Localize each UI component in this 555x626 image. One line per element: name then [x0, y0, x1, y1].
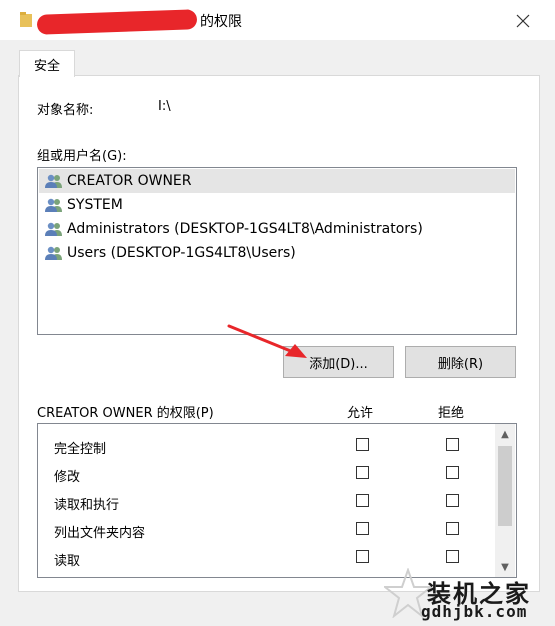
- scrollbar-thumb[interactable]: [498, 446, 512, 526]
- permission-row-list-folder: 列出文件夹内容: [38, 516, 494, 544]
- permission-row-full-control: 完全控制: [38, 432, 494, 460]
- object-name-label: 对象名称:: [37, 103, 94, 118]
- folder-icon: [20, 12, 32, 27]
- object-name-value: I:\: [158, 99, 171, 114]
- add-button[interactable]: 添加(D)...: [283, 346, 394, 378]
- allow-checkbox[interactable]: [356, 550, 369, 563]
- allow-checkbox[interactable]: [356, 494, 369, 507]
- user-list[interactable]: CREATOR OWNER SYSTEM Administrators (DES…: [37, 167, 517, 335]
- permission-name: 读取: [54, 554, 81, 569]
- watermark-url: gdhjbk.com: [421, 602, 528, 621]
- redacted-filename: [36, 9, 198, 35]
- window-title: 的权限: [200, 14, 242, 30]
- permission-row-modify: 修改: [38, 460, 494, 488]
- vertical-scrollbar[interactable]: ▲ ▼: [495, 424, 515, 577]
- remove-button[interactable]: 删除(R): [405, 346, 516, 378]
- scroll-up-arrow-icon[interactable]: ▲: [495, 424, 515, 444]
- deny-checkbox[interactable]: [446, 494, 459, 507]
- permissions-title: CREATOR OWNER 的权限(P): [37, 406, 214, 421]
- deny-checkbox[interactable]: [446, 550, 459, 563]
- allow-checkbox[interactable]: [356, 466, 369, 479]
- group-user-label: 组或用户名(G):: [37, 149, 127, 164]
- close-icon: [516, 14, 530, 28]
- tab-security[interactable]: 安全: [19, 50, 75, 77]
- user-item-creator-owner[interactable]: CREATOR OWNER: [39, 169, 515, 193]
- allow-header: 允许: [347, 406, 374, 421]
- permissions-dialog: 的权限 安全 对象名称: I:\ 组或用户名(G): CREATOR OWNER…: [0, 0, 555, 626]
- user-item-administrators[interactable]: Administrators (DESKTOP-1GS4LT8\Administ…: [39, 217, 515, 241]
- users-icon: [45, 222, 62, 236]
- deny-checkbox[interactable]: [446, 438, 459, 451]
- user-item-label: SYSTEM: [67, 197, 123, 213]
- permissions-list[interactable]: 完全控制 修改 读取和执行 列出文件夹内容 读取 ▲ ▼: [37, 423, 517, 578]
- deny-checkbox[interactable]: [446, 522, 459, 535]
- permission-name: 读取和执行: [54, 498, 120, 513]
- user-item-users[interactable]: Users (DESKTOP-1GS4LT8\Users): [39, 241, 515, 265]
- user-item-label: Users (DESKTOP-1GS4LT8\Users): [67, 245, 296, 261]
- allow-checkbox[interactable]: [356, 522, 369, 535]
- permission-row-read-execute: 读取和执行: [38, 488, 494, 516]
- title-bar: 的权限: [0, 0, 555, 40]
- users-icon: [45, 174, 62, 188]
- permission-name: 完全控制: [54, 442, 107, 457]
- deny-checkbox[interactable]: [446, 466, 459, 479]
- allow-checkbox[interactable]: [356, 438, 369, 451]
- close-button[interactable]: [505, 6, 541, 36]
- user-item-label: CREATOR OWNER: [67, 173, 192, 189]
- user-item-system[interactable]: SYSTEM: [39, 193, 515, 217]
- user-item-label: Administrators (DESKTOP-1GS4LT8\Administ…: [67, 221, 423, 237]
- permission-name: 列出文件夹内容: [54, 526, 146, 541]
- users-icon: [45, 246, 62, 260]
- users-icon: [45, 198, 62, 212]
- deny-header: 拒绝: [438, 406, 465, 421]
- permission-name: 修改: [54, 470, 81, 485]
